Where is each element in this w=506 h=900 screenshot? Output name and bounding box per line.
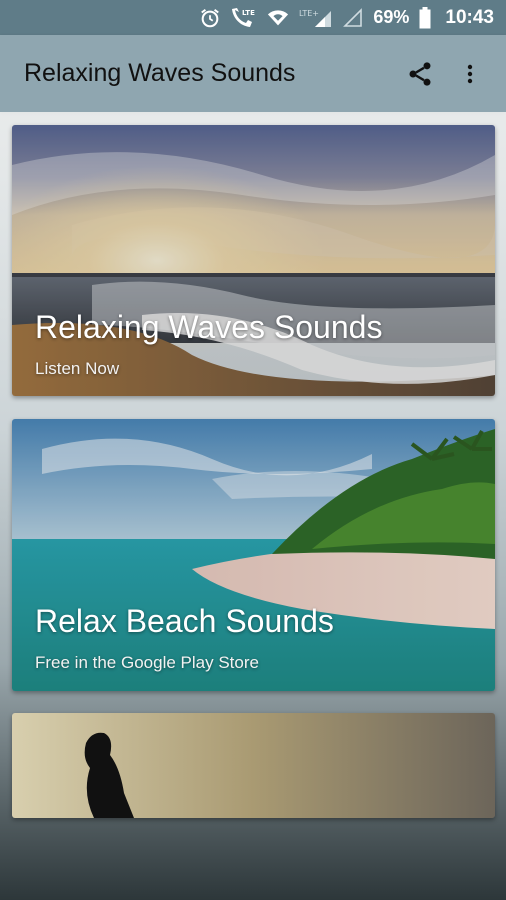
card-relax-beach[interactable]: Relax Beach Sounds Free in the Google Pl… (12, 419, 495, 691)
card-subtitle: Free in the Google Play Store (35, 653, 259, 672)
status-bar: LTE LTE+ 69% 10:43 (0, 0, 506, 35)
card-text: Relaxing Waves Sounds Listen Now (35, 309, 382, 379)
card-title: Relax Beach Sounds (35, 603, 334, 639)
app-title: Relaxing Waves Sounds (24, 59, 296, 87)
card-subtitle: Listen Now (35, 359, 120, 378)
share-button[interactable] (400, 54, 440, 94)
app-bar: Relaxing Waves Sounds (0, 35, 506, 112)
card-text: Relax Beach Sounds Free in the Google Pl… (35, 603, 334, 673)
battery-icon (419, 6, 431, 29)
status-time: 10:43 (445, 6, 494, 28)
share-icon (409, 61, 431, 86)
silhouette-image (12, 713, 495, 818)
wifi-icon (267, 8, 289, 28)
alarm-icon (199, 7, 221, 29)
lte-plus-label: LTE+ (299, 9, 319, 18)
battery-percentage: 69% (373, 7, 410, 27)
card-relaxing-waves[interactable]: Relaxing Waves Sounds Listen Now (12, 125, 495, 396)
lte-label: LTE (242, 9, 255, 17)
call-lte-icon: LTE (231, 7, 257, 29)
card-title: Relaxing Waves Sounds (35, 309, 383, 345)
more-vert-icon (467, 64, 473, 83)
card-silhouette[interactable] (12, 713, 495, 818)
more-options-button[interactable] (450, 54, 490, 94)
signal-empty-icon (343, 7, 363, 28)
signal-icon: LTE+ (299, 7, 333, 29)
